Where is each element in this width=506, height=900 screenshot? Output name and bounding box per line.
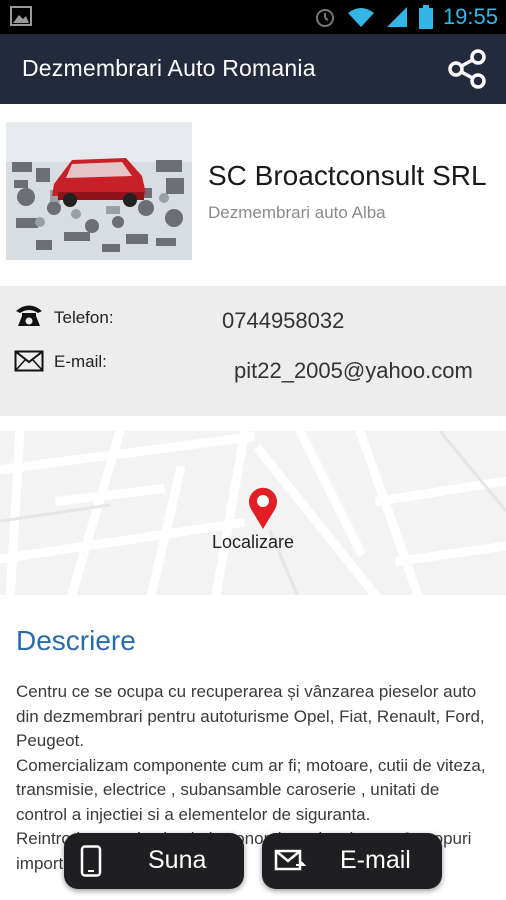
app-title: Dezmembrari Auto Romania	[22, 55, 316, 81]
business-header: SC Broactconsult SRL Dezmembrari auto Al…	[0, 104, 506, 286]
location-map[interactable]: Localizare	[0, 431, 506, 595]
email-value[interactable]: pit22_2005@yahoo.com	[234, 358, 473, 384]
phone-value[interactable]: 0744958032	[222, 308, 344, 334]
company-name: SC Broactconsult SRL	[208, 160, 487, 191]
business-photo	[6, 122, 192, 260]
contact-section: Telefon: 0744958032 E-mail: pit22_2005@y…	[0, 286, 506, 416]
signal-icon	[386, 7, 407, 27]
email-button-label: E-mail	[340, 846, 411, 874]
call-button-label: Suna	[148, 846, 207, 874]
wifi-icon	[347, 8, 374, 27]
map-label: Localizare	[211, 532, 295, 552]
call-button[interactable]: Suna	[64, 833, 244, 889]
share-icon[interactable]	[446, 48, 488, 90]
description-title: Descriere	[16, 625, 136, 656]
telephone-icon	[16, 305, 42, 326]
envelope-icon	[14, 350, 44, 372]
battery-icon	[418, 5, 433, 29]
email-button[interactable]: E-mail	[262, 833, 442, 889]
alarm-icon	[315, 9, 334, 27]
email-label: E-mail:	[54, 352, 107, 371]
phone-icon	[80, 845, 102, 877]
app-toolbar: Dezmembrari Auto Romania	[0, 34, 506, 104]
email-row[interactable]: E-mail: pit22_2005@yahoo.com	[0, 346, 506, 386]
phone-row[interactable]: Telefon: 0744958032	[0, 300, 506, 340]
location-pin-icon[interactable]	[247, 485, 279, 531]
status-bar: 19:55	[0, 0, 506, 34]
image-icon	[10, 6, 32, 26]
email-send-icon	[274, 849, 307, 871]
phone-label: Telefon:	[54, 308, 114, 327]
status-time: 19:55	[442, 4, 498, 29]
company-subtitle: Dezmembrari auto Alba	[208, 203, 386, 222]
